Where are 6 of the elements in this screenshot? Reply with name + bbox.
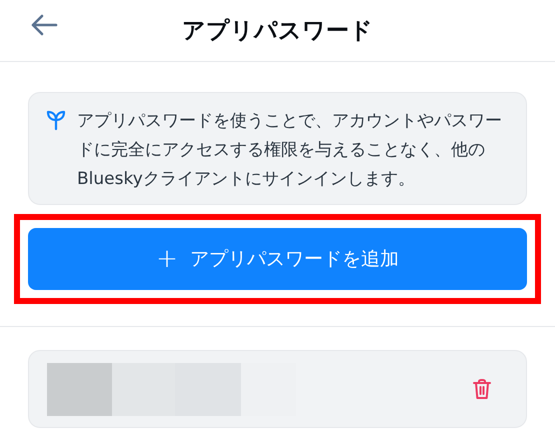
- trash-icon[interactable]: [472, 378, 492, 400]
- add-app-password-button[interactable]: + アプリパスワードを追加: [28, 228, 527, 290]
- page-title: アプリパスワード: [182, 17, 373, 46]
- back-icon[interactable]: [30, 14, 58, 36]
- info-text: アプリパスワードを使うことで、アカウントやパスワードに完全にアクセスする権限を与えることなく、他のBlueskyクライアントにサインインします。: [77, 110, 503, 191]
- sprout-icon: [45, 109, 67, 131]
